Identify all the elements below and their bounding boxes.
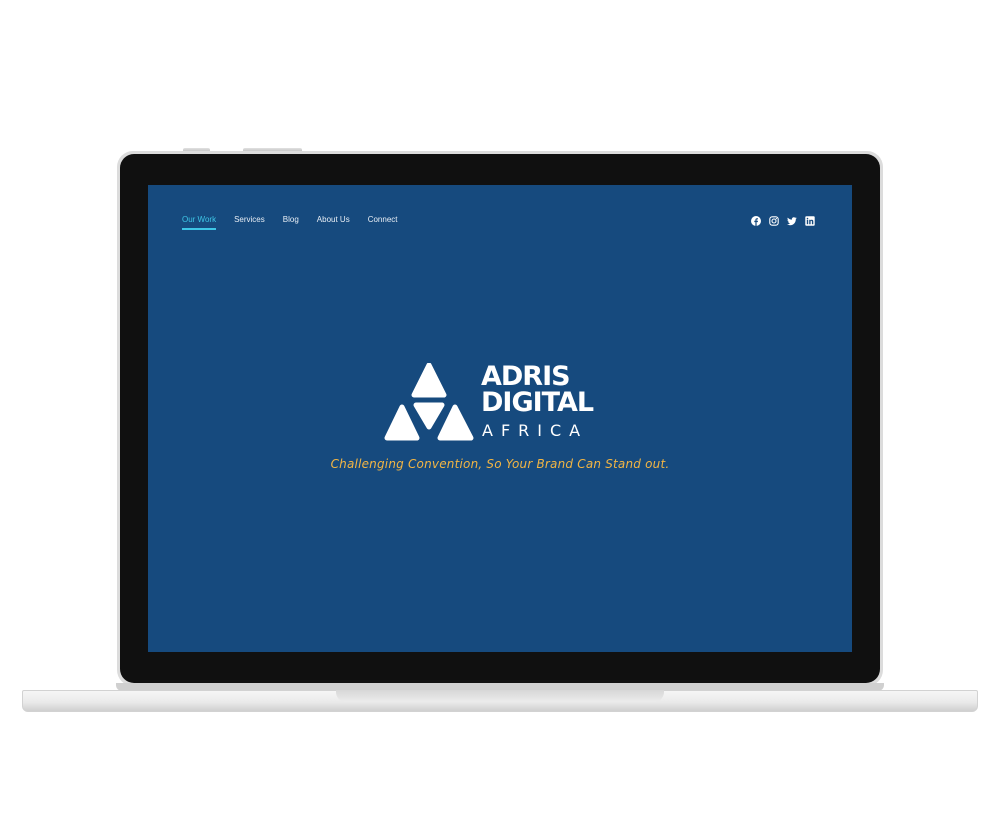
laptop-mockup: Our Work Services Blog About Us Connect xyxy=(0,0,1000,835)
nav-item-about-us[interactable]: About Us xyxy=(317,215,350,230)
laptop-base-notch xyxy=(336,690,664,702)
logo-word-africa: AFRICA xyxy=(482,421,589,440)
triangles-logo-mark xyxy=(384,363,474,441)
website-screen: Our Work Services Blog About Us Connect xyxy=(148,185,852,652)
instagram-icon[interactable] xyxy=(769,216,779,226)
facebook-icon[interactable] xyxy=(751,216,761,226)
main-nav: Our Work Services Blog About Us Connect xyxy=(182,215,397,230)
nav-item-services[interactable]: Services xyxy=(234,215,265,230)
twitter-icon[interactable] xyxy=(787,216,797,226)
nav-item-connect[interactable]: Connect xyxy=(368,215,398,230)
nav-item-blog[interactable]: Blog xyxy=(283,215,299,230)
brand-logo: ADRIS DIGITAL AFRICA xyxy=(384,362,614,443)
linkedin-icon[interactable] xyxy=(805,216,815,226)
hero-tagline: Challenging Convention, So Your Brand Ca… xyxy=(330,457,670,471)
social-links xyxy=(751,216,815,226)
nav-item-our-work[interactable]: Our Work xyxy=(182,215,217,230)
logo-word-digital: DIGITAL xyxy=(481,387,594,418)
